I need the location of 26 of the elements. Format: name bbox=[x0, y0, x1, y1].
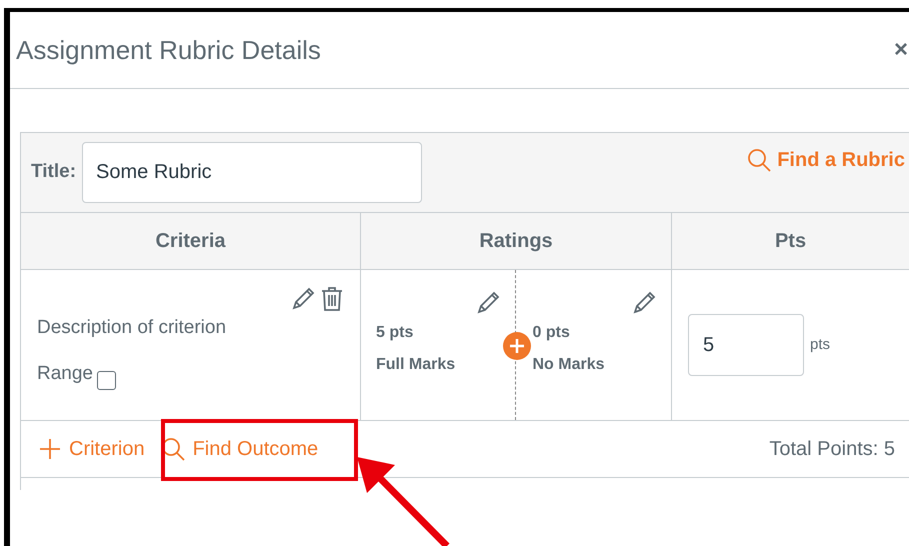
points-input-field[interactable]: 5 bbox=[688, 314, 804, 376]
rating-label: No Marks bbox=[532, 355, 606, 375]
pencil-icon bbox=[631, 290, 657, 316]
add-rating-icon[interactable] bbox=[503, 332, 531, 360]
range-checkbox[interactable] bbox=[97, 371, 116, 390]
criterion-description: Description of criterion bbox=[37, 316, 228, 340]
pencil-icon bbox=[290, 286, 316, 312]
add-criterion-link[interactable]: Criterion bbox=[39, 434, 145, 464]
search-icon bbox=[747, 148, 772, 172]
plus-icon bbox=[39, 438, 61, 460]
close-button[interactable]: × bbox=[894, 38, 908, 62]
column-header: Criteria bbox=[21, 213, 361, 269]
rating-label: Full Marks bbox=[376, 355, 456, 375]
column-header: Ratings bbox=[361, 213, 672, 269]
title-label: Title: bbox=[31, 160, 76, 184]
title-input-field[interactable]: Some Rubric bbox=[82, 142, 422, 203]
dialog-title: Assignment Rubric Details bbox=[16, 34, 321, 66]
pencil-icon bbox=[474, 290, 500, 316]
trash-icon bbox=[320, 286, 344, 312]
total-points: Total Points: 5 bbox=[769, 437, 895, 462]
rating-points: 5 pts bbox=[376, 323, 414, 343]
find-outcome-link[interactable]: Find Outcome bbox=[160, 434, 318, 464]
range-label: Range bbox=[37, 362, 93, 386]
column-header: Pts bbox=[774, 229, 808, 254]
points-unit: pts bbox=[810, 335, 830, 355]
rating-points: 0 pts bbox=[532, 323, 571, 343]
